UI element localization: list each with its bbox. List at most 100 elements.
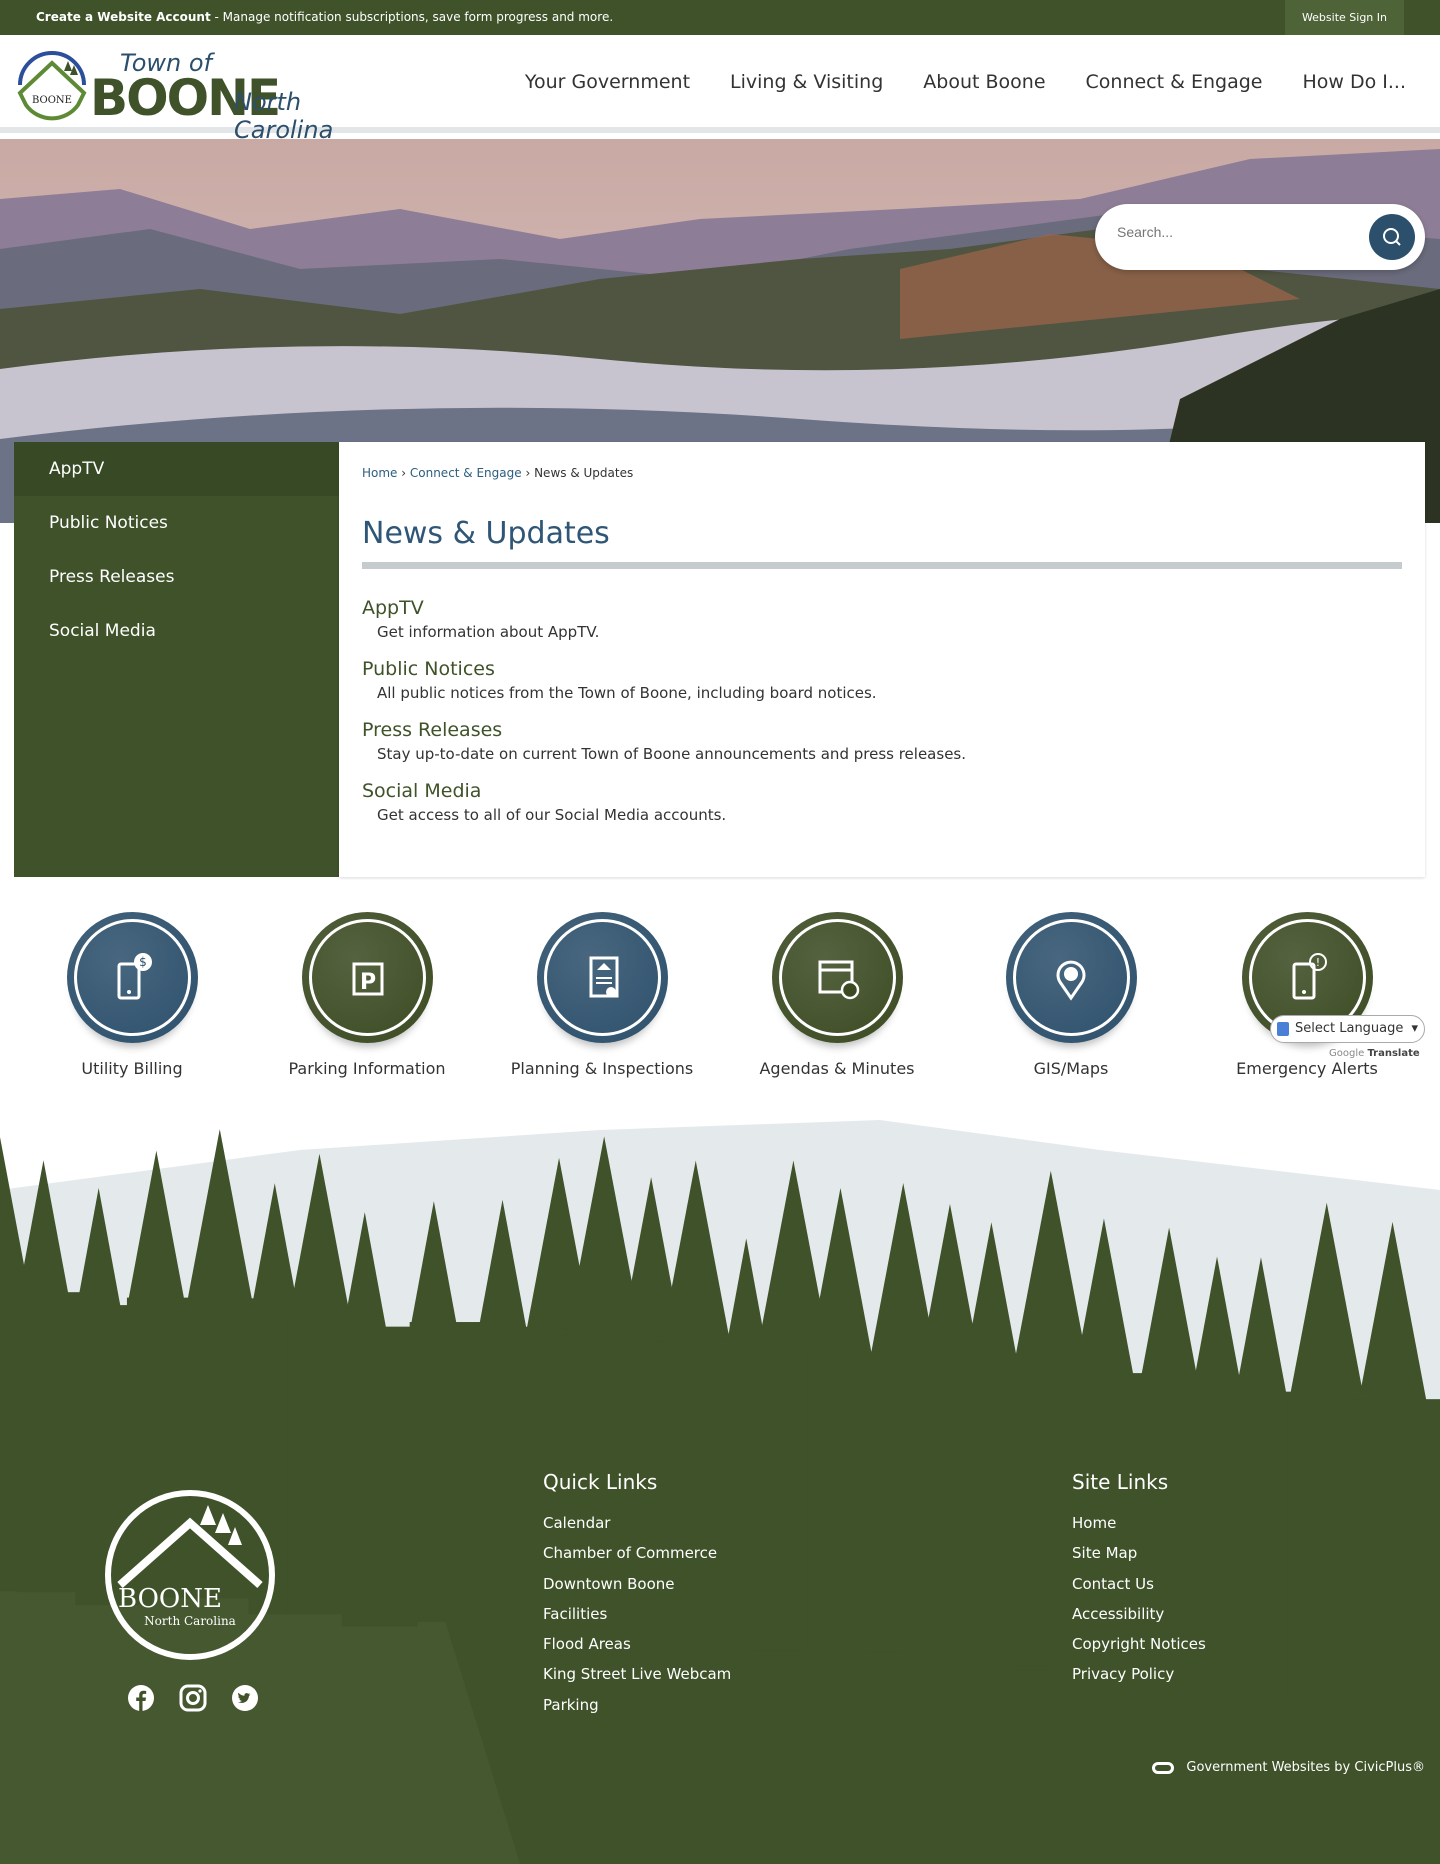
google-translate-credit: Google Translate [1329,1048,1420,1059]
forest-ground [409,1322,489,1623]
header: BOONE Town of BOONE North Carolina Your … [0,35,1440,144]
boone-badge-icon: BOONE [17,51,87,121]
breadcrumb-sep: › [397,466,410,480]
list-item: Public Notices All public notices from th… [362,658,1402,702]
footer-link[interactable]: King Street Live Webcam [543,1659,731,1689]
footer-link[interactable]: Downtown Boone [543,1569,731,1599]
sidebar-item-press-releases[interactable]: Press Releases [14,550,339,604]
twitter-icon[interactable] [231,1684,259,1712]
quick-link-label: Emergency Alerts [1236,1059,1378,1078]
svg-text:BOONE: BOONE [118,1584,222,1614]
nav-about-boone[interactable]: About Boone [923,71,1045,93]
quick-link-label: Utility Billing [81,1059,183,1078]
category-list: AppTV Get information about AppTV. Public… [362,597,1402,841]
title-divider [362,562,1402,569]
breadcrumb: Home › Connect & Engage › News & Updates [362,466,633,480]
sidebar-item-apptv[interactable]: AppTV [14,442,339,496]
footer-link[interactable]: Parking [543,1690,731,1720]
footer-link[interactable]: Accessibility [1072,1599,1206,1629]
breadcrumb-current: News & Updates [534,466,634,480]
nav-living-visiting[interactable]: Living & Visiting [730,71,883,93]
item-description: Get access to all of our Social Media ac… [377,806,727,824]
search-box [1095,204,1425,270]
list-item: Social Media Get access to all of our Soc… [362,780,1402,824]
quick-link-gis-maps[interactable]: GIS/Maps [961,912,1181,1078]
footer-link[interactable]: Flood Areas [543,1629,731,1659]
breadcrumb-home[interactable]: Home [362,466,397,480]
civicplus-credit[interactable]: Government Websites by CivicPlus® [1152,1760,1425,1775]
google-translate-icon [1277,1022,1289,1036]
item-description: Get information about AppTV. [377,623,600,641]
main-nav: Your Government Living & Visiting About … [525,71,1406,93]
quick-link-circle [771,912,903,1043]
calendar-clock-icon [818,960,859,1000]
footer-link[interactable]: Copyright Notices [1072,1629,1206,1659]
google-label: Google [1329,1048,1365,1059]
quick-link-planning-inspections[interactable]: Planning & Inspections [492,912,712,1078]
item-description: All public notices from the Town of Boon… [377,684,877,702]
quick-link-agendas-minutes[interactable]: Agendas & Minutes [727,912,947,1078]
nav-connect-engage[interactable]: Connect & Engage [1086,71,1263,93]
logo-state: North Carolina [234,88,334,144]
svg-text:BOONE: BOONE [32,95,72,106]
item-title-link[interactable]: Social Media [362,780,1402,802]
quick-link-label: Planning & Inspections [510,1059,694,1078]
breadcrumb-sep: › [521,466,535,480]
page-title: News & Updates [362,516,610,551]
sidebar-item-public-notices[interactable]: Public Notices [14,496,339,550]
footer-link[interactable]: Home [1072,1508,1206,1538]
svg-text:!: ! [1315,956,1319,969]
svg-text:P: P [359,970,375,995]
nav-how-do-i[interactable]: How Do I... [1302,71,1406,93]
quick-link-circle [1005,912,1137,1043]
create-account-link[interactable]: Create a Website Account [36,10,211,24]
quick-link-label: Parking Information [288,1059,446,1078]
forest-ground [341,1326,418,1627]
instagram-icon[interactable] [179,1684,207,1712]
footer-link[interactable]: Calendar [543,1508,731,1538]
forest-ground [1357,1399,1440,1700]
facebook-icon[interactable] [127,1684,155,1712]
phone-alert-icon: ! [1292,953,1327,1000]
search-input[interactable] [1117,224,1347,240]
quick-link-utility-billing[interactable]: $ Utility Billing [22,912,242,1078]
footer-link[interactable]: Site Map [1072,1538,1206,1568]
site-links-list: Home Site Map Contact Us Accessibility Copyr… [1072,1508,1206,1690]
civicplus-icon [1152,1761,1175,1774]
phone-dollar-icon: $ [117,953,152,1000]
site-logo[interactable]: BOONE Town of BOONE North Carolina [12,45,392,144]
civicplus-label: Government Websites by CivicPlus® [1186,1760,1425,1775]
breadcrumb-connect[interactable]: Connect & Engage [410,466,522,480]
footer-link[interactable]: Privacy Policy [1072,1659,1206,1689]
svg-text:North Carolina: North Carolina [144,1614,236,1628]
footer-link[interactable]: Contact Us [1072,1569,1206,1599]
item-title-link[interactable]: Press Releases [362,719,1402,741]
list-item: AppTV Get information about AppTV. [362,597,1402,641]
quick-link-label: GIS/Maps [1033,1059,1109,1078]
parking-icon: P [352,962,383,996]
item-description: Stay up-to-date on current Town of Boone… [377,745,966,763]
quick-links-heading: Quick Links [543,1470,658,1494]
social-links [127,1684,259,1712]
language-select-label: Select Language [1295,1021,1404,1036]
quick-links-row: $ Utility Billing P Parking Information Plan… [0,912,1440,1082]
quick-link-parking-information[interactable]: P Parking Information [257,912,477,1078]
website-sign-in-button[interactable]: Website Sign In [1284,0,1404,35]
quick-link-circle: P [301,912,433,1043]
footer: BOONE North Carolina Quick Links Calenda… [0,1110,1440,1864]
search-icon [1383,228,1401,246]
item-title-link[interactable]: AppTV [362,597,1402,619]
search-button[interactable] [1369,214,1415,260]
language-select[interactable]: Select Language ▾ [1270,1015,1425,1043]
sidebar-item-social-media[interactable]: Social Media [14,604,339,658]
translate-label: Translate [1367,1048,1420,1059]
sidebar-nav: AppTV Public Notices Press Releases Soci… [14,442,339,877]
item-title-link[interactable]: Public Notices [362,658,1402,680]
account-description: - Manage notification subscriptions, sav… [210,10,614,24]
footer-logo[interactable]: BOONE North Carolina [100,1485,280,1665]
nav-your-government[interactable]: Your Government [525,71,690,93]
certificate-icon [589,956,618,998]
footer-link[interactable]: Chamber of Commerce [543,1538,731,1568]
list-item: Press Releases Stay up-to-date on current… [362,719,1402,763]
footer-link[interactable]: Facilities [543,1599,731,1629]
